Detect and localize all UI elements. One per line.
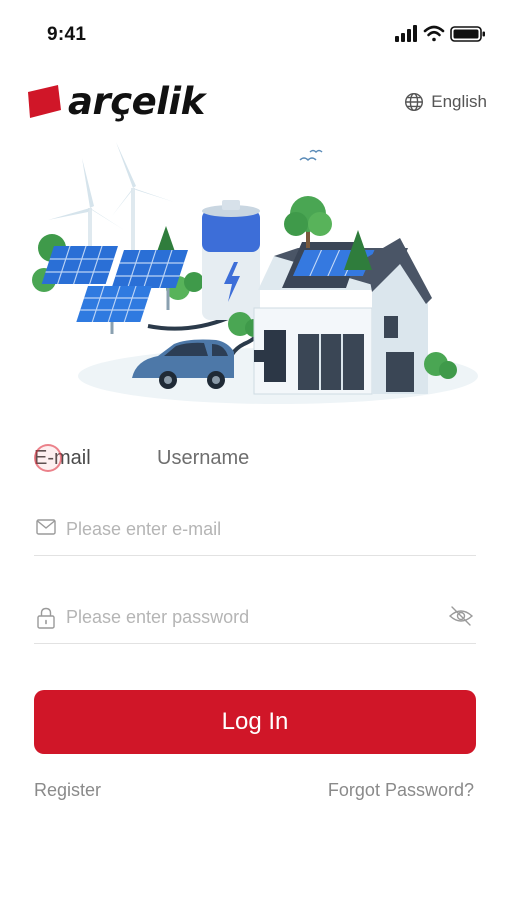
register-link[interactable]: Register (34, 780, 101, 801)
status-time: 9:41 (47, 24, 87, 45)
eye-off-icon[interactable] (448, 605, 474, 627)
tab-email[interactable]: E-mail (34, 444, 91, 472)
battery-icon (450, 26, 485, 42)
email-field (34, 506, 476, 556)
house-icon (253, 238, 432, 395)
brand-logo: arçelik (24, 80, 205, 124)
mail-icon (36, 519, 56, 535)
password-field (34, 594, 476, 644)
email-input[interactable] (66, 514, 426, 544)
language-label: English (431, 92, 487, 111)
forgot-password-link[interactable]: Forgot Password? (328, 780, 474, 801)
hero-illustration (32, 142, 478, 404)
status-icons (395, 25, 485, 42)
status-bar: 9:41 (0, 0, 507, 60)
language-selector[interactable]: English (404, 92, 487, 112)
tab-username[interactable]: Username (157, 444, 249, 472)
brand-mark-icon (28, 85, 61, 118)
password-input[interactable] (66, 602, 426, 632)
wifi-icon (423, 25, 445, 42)
login-method-tabs: E-mail Username (34, 444, 474, 474)
globe-icon (405, 92, 424, 112)
battery-storage-icon (202, 200, 260, 320)
brand-name: arçelik (68, 80, 205, 123)
login-button[interactable]: Log In (34, 690, 476, 754)
solar-panels-icon (41, 246, 188, 334)
lock-icon (37, 607, 55, 629)
birds-icon (299, 149, 323, 162)
signal-icon (395, 25, 417, 42)
